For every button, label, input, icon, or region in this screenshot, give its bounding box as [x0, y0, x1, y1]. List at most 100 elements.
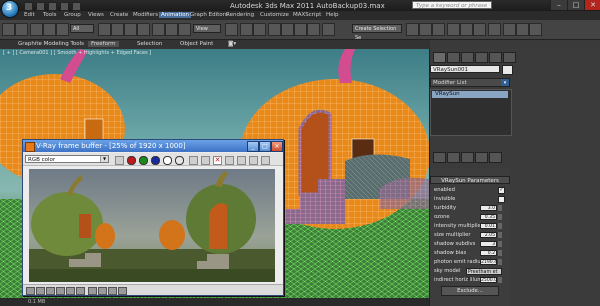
angle-snap-icon[interactable] — [281, 23, 294, 36]
menu-group[interactable]: Group — [64, 12, 81, 18]
pivot-icon[interactable] — [225, 23, 238, 36]
rotate-icon[interactable] — [165, 23, 178, 36]
sky-model-dropdown[interactable]: Preetham et al. — [466, 268, 502, 282]
object-color-swatch[interactable] — [502, 65, 513, 75]
redo-icon[interactable] — [15, 23, 28, 36]
shadow-bias-field[interactable]: 0.2 — [480, 250, 497, 256]
maximize-button[interactable]: □ — [567, 0, 584, 10]
menu-customize[interactable]: Customize — [260, 12, 289, 18]
open-file-icon[interactable] — [36, 2, 45, 11]
ozone-field[interactable]: 0.35 — [480, 214, 497, 220]
size-field[interactable]: 2.05 — [480, 232, 497, 238]
lut-icon[interactable] — [76, 287, 85, 295]
snaps-toggle-icon[interactable] — [268, 23, 281, 36]
menu-maxscript[interactable]: MAXScript — [293, 12, 321, 18]
tab-freeform[interactable]: Freeform — [88, 41, 119, 47]
blue-channel-icon[interactable] — [151, 156, 160, 165]
edit-named-selection-icon[interactable] — [322, 23, 335, 36]
rendered-frame-window-icon[interactable] — [516, 23, 529, 36]
motion-tab-icon[interactable] — [475, 52, 488, 63]
modifier-list-dropdown[interactable]: Modifier List ▾ — [430, 78, 510, 87]
menu-rendering[interactable]: Rendering — [226, 12, 254, 18]
exclude-button[interactable]: Exclude... — [441, 286, 499, 296]
close-button[interactable]: ✕ — [584, 0, 600, 10]
keyboard-shortcut-icon[interactable] — [253, 23, 266, 36]
menu-create[interactable]: Create — [110, 12, 128, 18]
curve-icon[interactable] — [46, 287, 55, 295]
pin-stack-icon[interactable] — [433, 152, 446, 163]
show-end-result-icon[interactable] — [447, 152, 460, 163]
spinner-snap-icon[interactable] — [307, 23, 320, 36]
tab-selection[interactable]: Selection — [137, 41, 162, 47]
modify-tab-icon[interactable] — [447, 52, 460, 63]
display-tab-icon[interactable] — [489, 52, 502, 63]
viewport-label[interactable]: [ + ] [ Camera001 ] [ Smooth + Highlight… — [3, 50, 151, 56]
align-icon[interactable] — [419, 23, 432, 36]
pixel-info-icon[interactable] — [88, 287, 97, 295]
move-icon[interactable] — [152, 23, 165, 36]
vfb-close-button[interactable]: ✕ — [271, 141, 283, 152]
configure-modifier-sets-icon[interactable] — [489, 152, 502, 163]
redo-icon[interactable] — [72, 2, 81, 11]
intensity-spinner[interactable] — [498, 223, 502, 229]
app-logo-icon[interactable]: 3 — [2, 1, 18, 17]
vfb-title-bar[interactable]: V-Ray frame buffer - [25% of 1920 x 1000… — [23, 140, 283, 152]
select-by-name-icon[interactable] — [111, 23, 124, 36]
menu-modifiers[interactable]: Modifiers — [133, 12, 158, 18]
minimize-button[interactable]: – — [550, 0, 567, 10]
select-object-icon[interactable] — [98, 23, 111, 36]
mono-channel-icon[interactable] — [175, 156, 184, 165]
ozone-spinner[interactable] — [498, 214, 502, 220]
save-file-icon[interactable] — [48, 2, 57, 11]
scale-icon[interactable] — [178, 23, 191, 36]
tab-object-paint[interactable]: Object Paint — [180, 41, 213, 47]
turbidity-field[interactable]: 3.0 — [480, 205, 497, 211]
track-mouse-icon[interactable] — [237, 156, 246, 165]
save-image-icon[interactable] — [115, 156, 124, 165]
mirror-icon[interactable] — [406, 23, 419, 36]
indirect-horiz-spinner[interactable] — [498, 277, 502, 283]
layer-manager-icon[interactable] — [432, 23, 445, 36]
reference-coord-dropdown[interactable]: View — [193, 24, 221, 33]
indirect-horiz-field[interactable]: 2500.0 — [480, 277, 497, 283]
size-spinner[interactable] — [498, 232, 502, 238]
object-name-field[interactable]: VRaySun001 — [430, 65, 500, 73]
menu-edit[interactable]: Edit — [24, 12, 35, 18]
save-icon[interactable] — [189, 156, 198, 165]
render-setup-icon[interactable] — [503, 23, 516, 36]
intensity-field[interactable]: 0.01 — [480, 223, 497, 229]
search-input[interactable]: Type a keyword or phrase — [412, 1, 492, 9]
remove-modifier-icon[interactable] — [475, 152, 488, 163]
vfb-maximize-button[interactable]: □ — [259, 141, 271, 152]
utilities-tab-icon[interactable] — [503, 52, 516, 63]
alpha-channel-icon[interactable] — [163, 156, 172, 165]
tab-graphite-modeling-tools[interactable]: Graphite Modeling Tools — [18, 41, 84, 47]
modifier-stack[interactable]: VRaySun — [430, 89, 512, 136]
duplicate-icon[interactable] — [225, 156, 234, 165]
undo-icon[interactable] — [2, 23, 15, 36]
schematic-view-icon[interactable] — [473, 23, 486, 36]
load-icon[interactable] — [201, 156, 210, 165]
material-editor-icon[interactable] — [488, 23, 501, 36]
color-corrections-icon[interactable] — [26, 287, 35, 295]
photon-radius-spinner[interactable] — [498, 259, 502, 265]
history-icon[interactable] — [98, 287, 107, 295]
enabled-checkbox[interactable]: ✓ — [498, 187, 505, 194]
vfb-minimize-button[interactable]: _ — [247, 141, 259, 152]
render-production-icon[interactable] — [529, 23, 542, 36]
menu-tools[interactable]: Tools — [43, 12, 57, 18]
graphite-toggle-icon[interactable] — [447, 23, 460, 36]
compare-icon[interactable] — [118, 287, 127, 295]
named-selection-dropdown[interactable]: Create Selection Se — [352, 24, 402, 41]
render-last-icon[interactable] — [261, 156, 270, 165]
region-render-icon[interactable] — [249, 156, 258, 165]
photon-radius-field[interactable]: 2190.4 — [480, 259, 497, 265]
srgb-icon[interactable] — [66, 287, 75, 295]
rollout-title[interactable]: VRaySun Parameters — [430, 176, 510, 184]
exposure-icon[interactable] — [56, 287, 65, 295]
undo-icon[interactable] — [60, 2, 69, 11]
menu-views[interactable]: Views — [88, 12, 104, 18]
stack-item-vraysun[interactable]: VRaySun — [432, 91, 508, 98]
hierarchy-tab-icon[interactable] — [461, 52, 474, 63]
bind-space-warp-icon[interactable] — [56, 23, 69, 36]
